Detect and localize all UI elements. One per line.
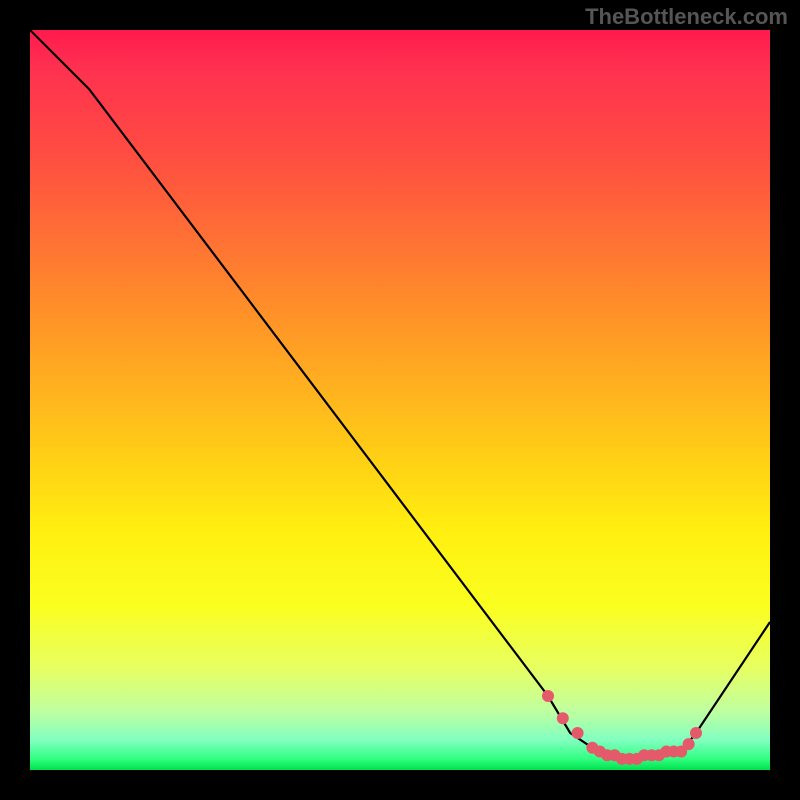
chart-svg xyxy=(30,30,770,770)
marker-dot xyxy=(542,690,554,702)
marker-dot xyxy=(683,738,695,750)
marker-dot xyxy=(572,727,584,739)
chart-line xyxy=(30,30,770,759)
watermark-text: TheBottleneck.com xyxy=(585,4,788,30)
marker-dot xyxy=(557,712,569,724)
marker-dot xyxy=(690,727,702,739)
chart-plot-area xyxy=(30,30,770,770)
